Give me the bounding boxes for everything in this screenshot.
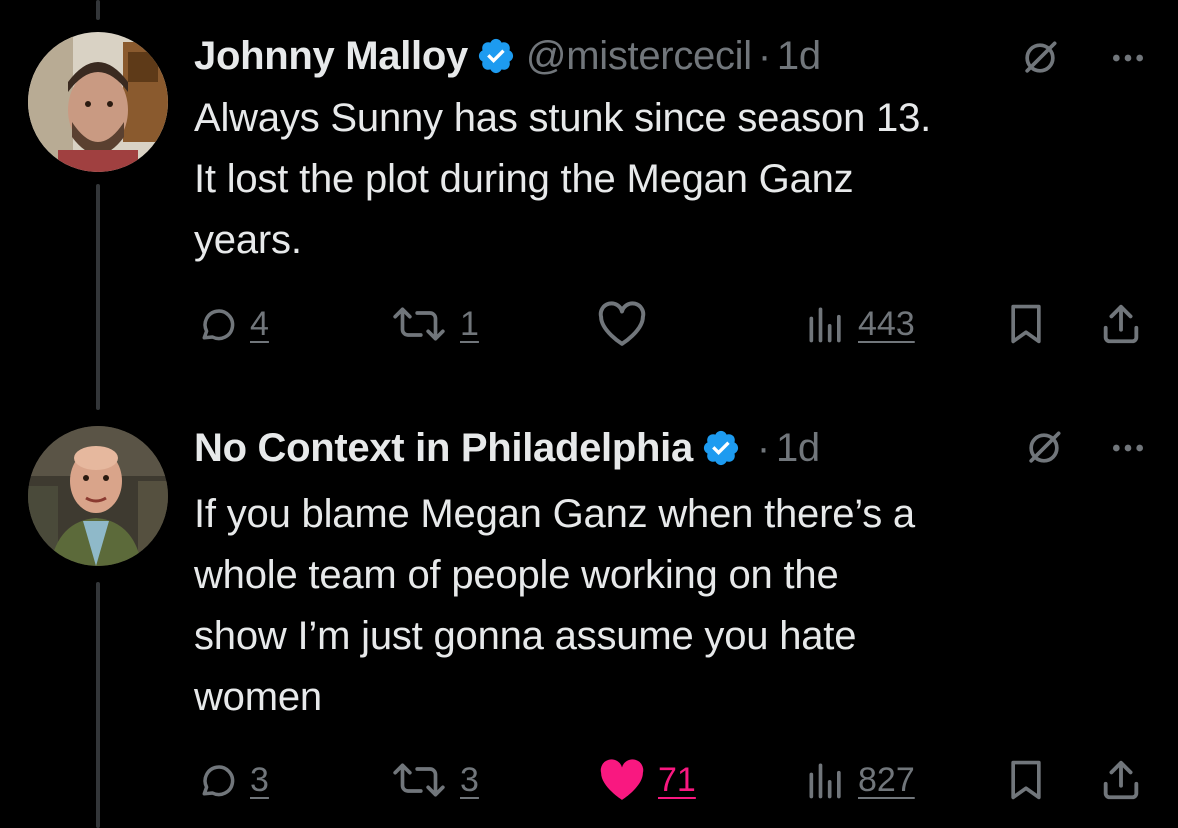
share-button[interactable]: [1098, 294, 1144, 354]
like-button[interactable]: [596, 294, 658, 354]
verified-badge-icon[interactable]: [476, 36, 516, 76]
avatar[interactable]: [28, 32, 168, 172]
like-button[interactable]: 71: [596, 750, 696, 810]
view-count: 827: [858, 760, 915, 799]
timestamp[interactable]: 1d: [777, 28, 821, 84]
avatar-image: [28, 32, 168, 172]
separator-dot: ·: [756, 426, 770, 470]
repost-button[interactable]: 3: [388, 750, 479, 810]
reply-icon: [202, 309, 235, 341]
repost-button[interactable]: 1: [388, 294, 479, 354]
views-icon: [809, 763, 841, 799]
separator-dot: ·: [757, 34, 771, 78]
tweet-text-line: years.: [194, 218, 302, 262]
bookmark-icon: [1011, 760, 1041, 800]
author-handle[interactable]: @mistercecil: [526, 28, 752, 84]
share-button[interactable]: [1098, 750, 1144, 810]
reply-count: 4: [250, 304, 269, 343]
bookmark-button[interactable]: [1004, 294, 1048, 354]
bookmark-button[interactable]: [1004, 750, 1048, 810]
tweet[interactable]: No Context in Philadelphia · 1d If you b…: [0, 400, 1178, 828]
author-name[interactable]: Johnny Malloy: [194, 28, 468, 84]
tweet-text-line: Always Sunny has stunk since season 13.: [194, 96, 932, 140]
share-icon: [1103, 760, 1139, 800]
tweet-text-line: women: [194, 675, 322, 719]
avatar-image: [28, 426, 168, 566]
share-icon: [1103, 304, 1139, 344]
like-count: 71: [658, 760, 696, 799]
like-icon: [600, 759, 644, 800]
reply-button[interactable]: 3: [196, 750, 269, 810]
timestamp[interactable]: 1d: [776, 420, 820, 476]
tweet-text-line: show I’m just gonna assume you hate: [194, 614, 857, 658]
repost-icon: [393, 307, 445, 341]
tweet-text-line: It lost the plot during the Megan Ganz: [194, 157, 854, 201]
tweet-header: Johnny Malloy @mistercecil · 1d: [194, 28, 821, 84]
like-icon: [598, 301, 646, 346]
repost-count: 3: [460, 760, 479, 799]
author-name[interactable]: No Context in Philadelphia: [194, 420, 693, 476]
reply-button[interactable]: 4: [196, 294, 269, 354]
more-icon[interactable]: [1108, 428, 1148, 468]
tweet-text: Always Sunny has stunk since season 13. …: [194, 88, 1154, 271]
tweet[interactable]: Johnny Malloy @mistercecil · 1d Always S…: [0, 0, 1178, 400]
grok-icon[interactable]: [1018, 36, 1062, 80]
view-count: 443: [858, 304, 915, 343]
tweet-text: If you blame Megan Ganz when there’s a w…: [194, 484, 1154, 728]
grok-icon[interactable]: [1022, 426, 1066, 470]
reply-count: 3: [250, 760, 269, 799]
repost-count: 1: [460, 304, 479, 343]
avatar[interactable]: [28, 426, 168, 566]
reply-icon: [202, 765, 235, 797]
views-button[interactable]: 443: [804, 294, 915, 354]
verified-badge-icon[interactable]: [701, 428, 741, 468]
repost-icon: [393, 763, 445, 797]
tweet-text-line: whole team of people working on the: [194, 553, 839, 597]
tweet-actions: 4 1 443: [0, 294, 1178, 354]
bookmark-icon: [1011, 304, 1041, 344]
tweet-text-line: If you blame Megan Ganz when there’s a: [194, 492, 915, 536]
tweet-actions: 3 3 71 827: [0, 750, 1178, 810]
views-icon: [809, 307, 841, 343]
more-icon[interactable]: [1108, 38, 1148, 78]
views-button[interactable]: 827: [804, 750, 915, 810]
tweet-header: No Context in Philadelphia · 1d: [194, 420, 820, 476]
